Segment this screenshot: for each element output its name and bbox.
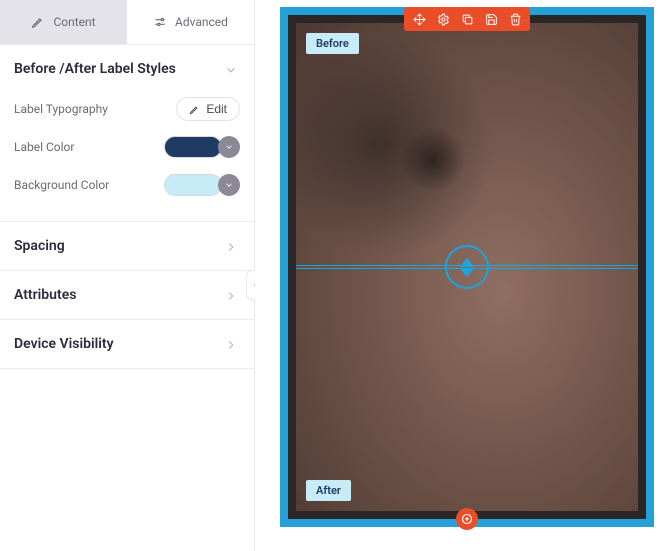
section-header-device-visibility[interactable]: Device Visibility [0, 320, 254, 368]
row-background-color: Background Color [14, 169, 240, 201]
before-label: Before [306, 33, 359, 54]
row-label: Label Color [14, 140, 74, 154]
section-title: Device Visibility [14, 336, 114, 352]
caret-down-icon [460, 268, 474, 277]
section-header-attributes[interactable]: Attributes [0, 271, 254, 319]
save-icon[interactable] [480, 8, 502, 30]
tab-advanced[interactable]: Advanced [127, 0, 254, 44]
row-label: Label Typography [14, 102, 108, 116]
section-attributes: Attributes [0, 270, 254, 319]
section-spacing: Spacing [0, 221, 254, 270]
caret-up-icon [460, 258, 474, 267]
pencil-icon [31, 15, 45, 29]
tab-label: Content [53, 15, 95, 29]
row-label-typography: Label Typography Edit [14, 93, 240, 125]
section-label-styles: Before /After Label Styles Label Typogra… [0, 44, 254, 221]
slider-handle[interactable] [445, 245, 489, 289]
color-options-button[interactable] [218, 174, 240, 196]
section-title: Before /After Label Styles [14, 61, 176, 77]
trash-icon[interactable] [504, 8, 526, 30]
sliders-icon [153, 15, 167, 29]
after-label: After [306, 480, 351, 501]
chevron-right-icon [224, 288, 238, 302]
section-device-visibility: Device Visibility [0, 319, 254, 369]
row-label: Background Color [14, 178, 109, 192]
move-icon[interactable] [408, 8, 430, 30]
bg-color-swatch[interactable] [164, 174, 222, 196]
section-header-label-styles[interactable]: Before /After Label Styles [0, 45, 254, 93]
tab-content[interactable]: Content [0, 0, 127, 44]
add-module-button[interactable] [456, 508, 478, 530]
before-after-widget[interactable]: Before After [296, 23, 638, 511]
section-title: Attributes [14, 287, 76, 303]
color-options-button[interactable] [218, 136, 240, 158]
section-title: Spacing [14, 238, 65, 254]
section-header-spacing[interactable]: Spacing [0, 222, 254, 270]
canvas: Before After [255, 0, 662, 551]
label-color-swatch[interactable] [164, 136, 222, 158]
edit-button-label: Edit [206, 102, 227, 116]
widget-toolbar [404, 7, 530, 31]
chevron-right-icon [224, 337, 238, 351]
duplicate-icon[interactable] [456, 8, 478, 30]
row-label-color: Label Color [14, 131, 240, 163]
gear-icon[interactable] [432, 8, 454, 30]
widget-frame[interactable]: Before After [280, 7, 654, 527]
chevron-right-icon [224, 239, 238, 253]
edit-typography-button[interactable]: Edit [176, 97, 240, 121]
chevron-down-icon [224, 62, 238, 76]
tab-label: Advanced [175, 15, 228, 29]
